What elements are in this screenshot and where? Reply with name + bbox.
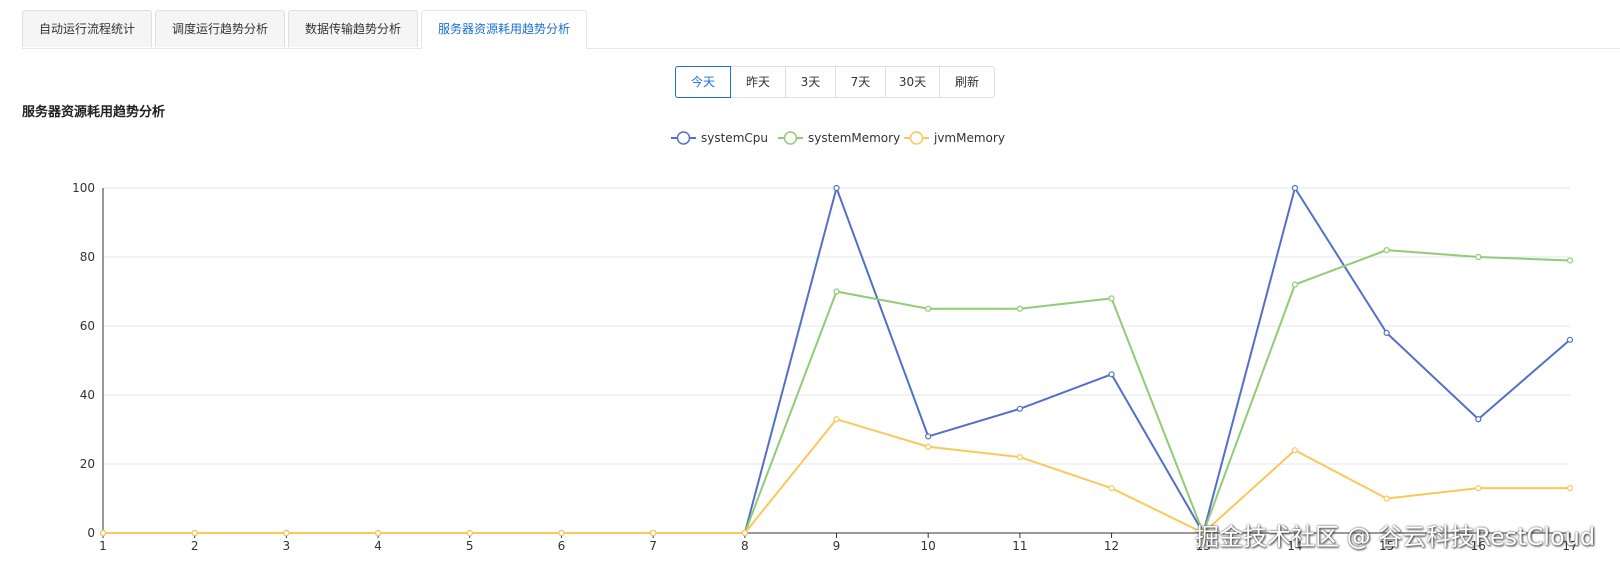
- x-tick-label: 11: [1012, 539, 1027, 553]
- x-tick-label: 3: [283, 539, 291, 553]
- data-point-systemCpu: [1475, 416, 1482, 423]
- legend-label-jvmMemory: jvmMemory: [933, 131, 1005, 145]
- data-point-jvmMemory: [1566, 485, 1574, 492]
- y-tick-label: 100: [72, 181, 95, 195]
- data-point-jvmMemory: [1383, 495, 1390, 502]
- watermark: 掘金技术社区 @ 谷云科技RestCloud: [1195, 523, 1596, 551]
- legend-marker-systemCpu: [676, 131, 691, 145]
- data-point-jvmMemory: [1291, 447, 1299, 454]
- x-tick-label: 10: [921, 539, 936, 553]
- data-point-systemMemory: [1475, 253, 1482, 261]
- x-tick-label: 5: [466, 539, 474, 553]
- data-point-systemCpu: [1383, 329, 1390, 336]
- x-tick-label: 12: [1104, 539, 1119, 553]
- data-point-jvmMemory: [99, 529, 107, 537]
- data-point-jvmMemory: [650, 529, 657, 537]
- data-point-jvmMemory: [558, 529, 565, 537]
- data-point-jvmMemory: [283, 529, 290, 537]
- x-tick-label: 6: [558, 539, 566, 553]
- y-tick-label: 20: [80, 457, 95, 471]
- data-point-systemMemory: [925, 305, 932, 312]
- data-point-systemMemory: [1566, 257, 1574, 264]
- data-point-systemCpu: [1016, 405, 1023, 412]
- x-tick-label: 1: [99, 539, 107, 553]
- legend-marker-jvmMemory: [909, 131, 924, 145]
- data-point-jvmMemory: [374, 529, 382, 537]
- data-point-systemCpu: [1108, 371, 1115, 378]
- x-tick-label: 4: [374, 539, 382, 553]
- series-line-jvmMemory: [103, 418, 1570, 534]
- data-point-systemCpu: [1566, 336, 1574, 343]
- legend-label-systemCpu: systemCpu: [701, 131, 768, 145]
- trend-line-chart: 0204060801001 2 3 4 5 6 7 8 9 10 11 12 13 14 15 16 17sys…: [72, 131, 1578, 553]
- x-tick-label: 7: [649, 539, 657, 553]
- data-point-jvmMemory: [1108, 485, 1115, 492]
- data-point-systemMemory: [1016, 305, 1023, 312]
- data-point-systemCpu: [1291, 184, 1299, 192]
- data-point-jvmMemory: [1016, 454, 1023, 461]
- x-tick-label: 2: [191, 539, 199, 553]
- data-point-jvmMemory: [741, 529, 748, 537]
- data-point-systemMemory: [833, 288, 840, 295]
- y-tick-label: 40: [80, 388, 95, 402]
- data-point-systemMemory: [1383, 247, 1390, 254]
- y-tick-label: 60: [80, 319, 95, 333]
- y-tick-label: 0: [87, 526, 95, 540]
- x-tick-label: 8: [741, 539, 749, 553]
- data-point-jvmMemory: [466, 529, 473, 537]
- data-point-systemMemory: [1108, 295, 1115, 302]
- data-point-jvmMemory: [833, 416, 840, 423]
- y-tick-label: 80: [80, 250, 95, 264]
- data-point-systemCpu: [925, 433, 932, 440]
- series-line-systemCpu: [103, 187, 1571, 534]
- data-point-jvmMemory: [925, 443, 932, 450]
- x-tick-label: 9: [833, 539, 841, 553]
- legend-marker-systemMemory: [783, 131, 798, 145]
- data-point-systemMemory: [1291, 281, 1299, 288]
- data-point-jvmMemory: [191, 529, 198, 537]
- legend-label-systemMemory: systemMemory: [808, 131, 900, 145]
- data-point-systemCpu: [833, 184, 840, 192]
- data-point-jvmMemory: [1475, 485, 1482, 492]
